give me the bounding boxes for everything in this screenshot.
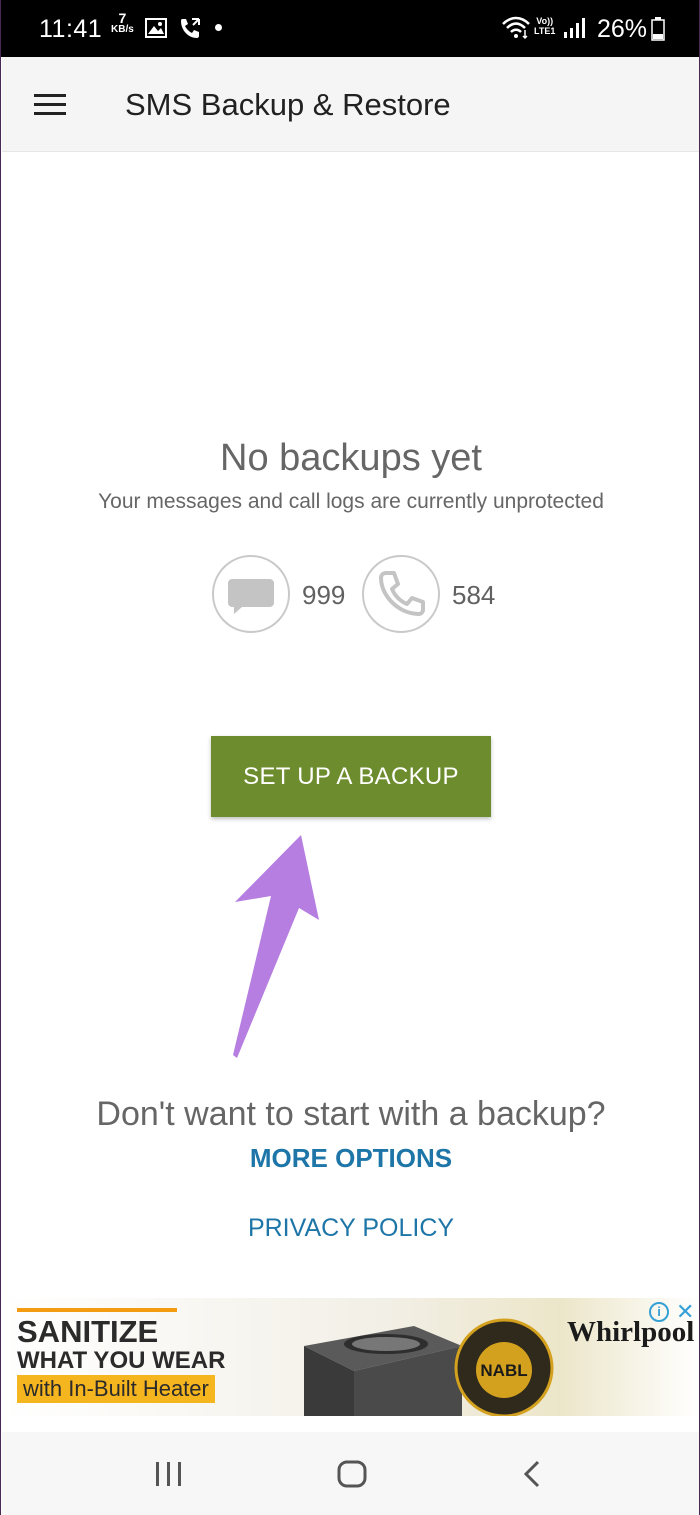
- ad-banner[interactable]: SANITIZE WHAT YOU WEAR with In-Built Hea…: [2, 1298, 699, 1416]
- app-title: SMS Backup & Restore: [125, 87, 451, 122]
- calls-count: 584: [452, 580, 496, 610]
- network-speed-unit: KB/s: [111, 24, 134, 35]
- more-options-link[interactable]: MORE OPTIONS: [1, 1143, 699, 1174]
- ad-headline: SANITIZE: [17, 1314, 159, 1349]
- ad-subheadline: WHAT YOU WEAR: [17, 1347, 226, 1374]
- battery-icon: [651, 17, 665, 41]
- empty-state-title: No backups yet: [220, 437, 482, 479]
- back-icon[interactable]: [522, 1460, 542, 1488]
- notification-dot: [215, 24, 222, 31]
- volte-indicator: Vo)) LTE1: [534, 16, 555, 36]
- empty-state-subtitle: Your messages and call logs are currentl…: [98, 490, 604, 513]
- ad-close-icon[interactable]: ✕: [676, 1299, 694, 1325]
- phone-icon: [362, 555, 440, 633]
- no-backup-prompt: Don't want to start with a backup?: [96, 1095, 606, 1133]
- nabl-seal-icon: NABL: [454, 1318, 554, 1416]
- status-time: 11:41: [39, 15, 103, 43]
- ad-tagline: with In-Built Heater: [17, 1375, 215, 1403]
- wifi-icon: [502, 16, 530, 40]
- volte-top: Vo)): [536, 16, 554, 26]
- signal-icon: [564, 18, 585, 38]
- annotation-arrow-icon: [233, 835, 319, 1058]
- network-speed-value: 7: [118, 10, 127, 26]
- battery-percent: 26%: [597, 15, 648, 43]
- recent-apps-icon[interactable]: [154, 1461, 184, 1487]
- svg-text:NABL: NABL: [480, 1361, 527, 1380]
- call-icon: [181, 18, 200, 38]
- home-icon[interactable]: [337, 1460, 367, 1488]
- set-up-backup-button[interactable]: SET UP A BACKUP: [211, 736, 491, 817]
- app-screen: 11:41 7 KB/s Vo)) LTE1 26% SMS Backup & …: [0, 0, 700, 1515]
- system-nav-bar: [2, 1432, 699, 1515]
- volte-bottom: LTE1: [534, 26, 556, 36]
- gallery-icon: [145, 18, 167, 38]
- ad-accent-line: [17, 1308, 177, 1312]
- messages-icon: [212, 555, 290, 633]
- network-speed: 7 KB/s: [111, 10, 134, 35]
- hamburger-menu-icon[interactable]: [34, 94, 66, 116]
- washing-machine-image: [304, 1326, 462, 1416]
- status-bar: 11:41 7 KB/s Vo)) LTE1 26%: [1, 0, 699, 57]
- app-bar: SMS Backup & Restore: [2, 57, 699, 152]
- messages-count: 999: [302, 580, 346, 610]
- privacy-policy-link[interactable]: PRIVACY POLICY: [1, 1214, 699, 1243]
- ad-info-icon[interactable]: i: [649, 1302, 669, 1322]
